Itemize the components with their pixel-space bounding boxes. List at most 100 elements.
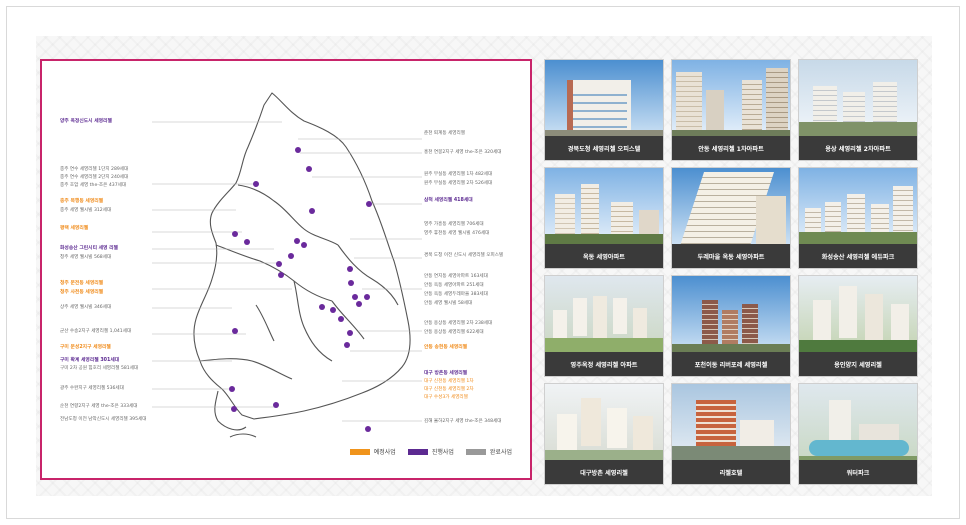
map-dot: [253, 181, 259, 187]
map-dot: [344, 342, 350, 348]
legend-label: 진행사업: [431, 449, 454, 456]
map-label: 안동 옥동 세영두레마을 383세대: [424, 292, 488, 297]
legend-planned: 예정사업: [349, 447, 396, 456]
map-label: 군산 수송2지구 세영리첼 1,041세대: [60, 329, 132, 334]
photo-caption: 포천이동 리버포레 세영리첼: [672, 352, 790, 376]
map-label: 안동 송현동 세영리첼: [424, 345, 468, 350]
map-dot: [306, 166, 312, 172]
map-label: 안동 용상동 세영리첼 2차 238세대: [424, 321, 493, 326]
photo-tile[interactable]: 경북도청 세영리첼 오피스텔: [544, 59, 664, 161]
project-photo-grid: 경북도청 세영리첼 오피스텔 안동 세영리첼 1차아파트 용상 세영리첼 2차아…: [544, 59, 920, 485]
map-dot: [356, 301, 362, 307]
project-dots: [229, 147, 372, 432]
map-label: 안동 옥동 세영아파트 251세대: [424, 283, 484, 288]
map-label: 충주 목행동 세영리첼: [60, 199, 104, 204]
map-outline: [193, 92, 411, 438]
map-label: 화성송산 그린시티 세영 리첼: [60, 246, 118, 251]
legend-label: 예정사업: [373, 449, 396, 456]
photo-tile[interactable]: 워터파크: [798, 383, 918, 485]
photo-caption: 워터파크: [799, 460, 917, 484]
map-dot: [347, 266, 353, 272]
project-map-panel: 양주 옥정신도시 세영리첼 충주 연수 세영리첼 1단지 289세대 충주 연수…: [40, 59, 532, 480]
map-dot: [338, 316, 344, 322]
map-dot: [365, 426, 371, 432]
map-label: 청주 문전동 세영리첼: [60, 281, 104, 286]
map-dot: [347, 330, 353, 336]
photo-caption: 옥동 세영아파트: [545, 244, 663, 268]
photo-caption: 리첼호텔: [672, 460, 790, 484]
building-photo: [799, 384, 917, 462]
building-photo: [672, 276, 790, 354]
map-label: 구미 2차 공원 힘호리 세영리첼 581세대: [60, 366, 139, 371]
building-photo: [799, 276, 917, 354]
photo-tile[interactable]: 포천이동 리버포레 세영리첼: [671, 275, 791, 377]
legend-swatch-in-progress: [407, 448, 428, 455]
photo-tile[interactable]: 영주옥정 세영리첼 아파트: [544, 275, 664, 377]
photo-caption: 안동 세영리첼 1차아파트: [672, 136, 790, 160]
map-label: 구미 확계 세영리첼 301세대: [60, 358, 120, 363]
korea-map: [152, 92, 422, 438]
photo-caption: 경북도청 세영리첼 오피스텔: [545, 136, 663, 160]
map-label: 평택 세영리첼: [60, 226, 89, 231]
map-label: 청주 세영 웰시빌 568세대: [60, 255, 112, 260]
map-label: 대구 신천동 세영리첼 2차: [424, 387, 474, 392]
map-dot: [273, 402, 279, 408]
map-label: 안동 용상동 세영리첼 622세대: [424, 330, 484, 335]
map-dot: [294, 238, 300, 244]
photo-tile[interactable]: 두레마을 옥동 세영아파트: [671, 167, 791, 269]
photo-tile[interactable]: 안동 세영리첼 1차아파트: [671, 59, 791, 161]
map-label: 대구 방촌동 세영리첼: [424, 371, 468, 376]
map-dot: [366, 201, 372, 207]
photo-caption: 두레마을 옥동 세영아파트: [672, 244, 790, 268]
map-label: 대구 수성3가 세영리첼: [424, 395, 468, 400]
map-label: 삼척 세영리첼 418세대: [424, 198, 473, 203]
map-label: 영주 휴천동 세영 웰시빌 476세대: [424, 231, 490, 236]
photo-caption: 화성송산 세영리첼 에듀파크: [799, 244, 917, 268]
photo-tile[interactable]: 리첼호텔: [671, 383, 791, 485]
map-label: 홍천 연봉2지구 세영 the-조은 320세대: [424, 150, 502, 155]
map-dot: [232, 328, 238, 334]
building-photo: [672, 384, 790, 462]
map-label: 청주 사천동 세영리첼: [60, 290, 104, 295]
map-label: 충주 연수 세영리첼 2단지 240세대: [60, 175, 129, 180]
map-dot: [295, 147, 301, 153]
building-photo: [799, 60, 917, 138]
map-label: 순천 연향2지구 세영 the-조은 333세대: [60, 404, 138, 409]
legend-in-progress: 진행사업: [407, 447, 454, 456]
map-dot: [232, 231, 238, 237]
building-photo: [672, 168, 790, 246]
map-label: 충주 호암 세영 the-조은 437세대: [60, 183, 127, 188]
map-label: 상주 세영 웰시빌 346세대: [60, 305, 112, 310]
photo-tile[interactable]: 용상 세영리첼 2차아파트: [798, 59, 918, 161]
map-label: 영주 가흥동 세영리첼 706세대: [424, 222, 484, 227]
building-photo: [545, 168, 663, 246]
building-photo: [545, 276, 663, 354]
photo-tile[interactable]: 용인양지 세영리첼: [798, 275, 918, 377]
photo-tile[interactable]: 화성송산 세영리첼 에듀파크: [798, 167, 918, 269]
map-label: 대구 신천동 세영리첼 1차: [424, 379, 474, 384]
map-dot: [301, 242, 307, 248]
photo-caption: 용상 세영리첼 2차아파트: [799, 136, 917, 160]
map-label: 안동 세영 웰시빌 58세대: [424, 301, 473, 306]
building-photo: [545, 384, 663, 462]
legend-swatch-planned: [349, 448, 370, 455]
map-legend: 예정사업 진행사업 완료사업: [349, 447, 512, 456]
photo-caption: 영주옥정 세영리첼 아파트: [545, 352, 663, 376]
map-label: 광주 수완지구 세영리첼 536세대: [60, 386, 124, 391]
map-label: 원주 무실동 세영리첼 2차 526세대: [424, 181, 493, 186]
map-dot: [229, 386, 235, 392]
legend-completed: 완료사업: [465, 447, 512, 456]
photo-caption: 용인양지 세영리첼: [799, 352, 917, 376]
map-dot: [231, 406, 237, 412]
legend-label: 완료사업: [489, 449, 512, 456]
building-photo: [545, 60, 663, 138]
map-label: 춘천 퇴계동 세영리첼: [424, 131, 465, 136]
photo-tile[interactable]: 옥동 세영아파트: [544, 167, 664, 269]
map-dot: [348, 280, 354, 286]
map-label: 경북 도청 이전 신도시 세영리첼 오피스텔: [424, 253, 504, 258]
map-dot: [288, 253, 294, 259]
photo-tile[interactable]: 대구방촌 세영리첼: [544, 383, 664, 485]
map-label: 충주 연수 세영리첼 1단지 289세대: [60, 167, 129, 172]
map-dot: [244, 239, 250, 245]
map-dot: [319, 304, 325, 310]
